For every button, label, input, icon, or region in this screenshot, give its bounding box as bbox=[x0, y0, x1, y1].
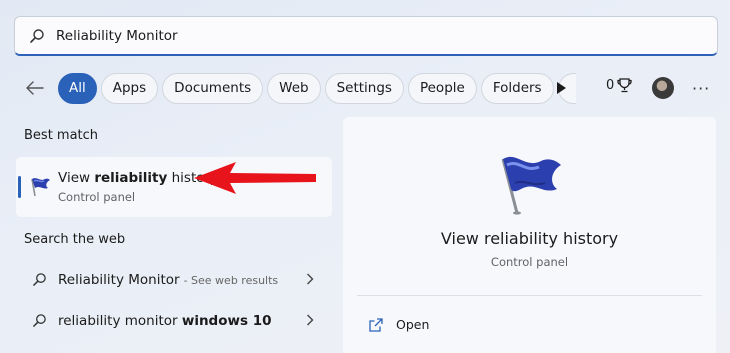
best-match-subtitle: Control panel bbox=[58, 190, 136, 204]
search-icon bbox=[29, 28, 45, 44]
more-options-icon[interactable]: ··· bbox=[692, 79, 710, 98]
preview-title: View reliability history bbox=[440, 229, 619, 248]
rewards-trophy-icon bbox=[617, 78, 632, 93]
preview-pane: View reliability history Control panel O… bbox=[343, 117, 716, 353]
search-icon bbox=[32, 272, 48, 288]
web-result-2[interactable]: reliability monitor windows 10 bbox=[16, 301, 332, 341]
filter-chip-documents[interactable]: Documents bbox=[162, 72, 264, 104]
open-external-icon bbox=[369, 317, 383, 332]
filter-bar: All Apps Documents Web Settings People F… bbox=[24, 72, 580, 104]
rewards-points-value: 0 bbox=[606, 78, 615, 93]
rewards-points[interactable]: 0 bbox=[606, 78, 632, 93]
search-box[interactable] bbox=[14, 16, 718, 56]
reliability-flag-icon bbox=[28, 175, 52, 197]
best-match-heading: Best match bbox=[24, 128, 99, 143]
filter-chip-apps[interactable]: Apps bbox=[100, 72, 159, 104]
web-result-1[interactable]: Reliability Monitor - See web results bbox=[16, 260, 332, 300]
preview-subtitle: Control panel bbox=[490, 255, 569, 269]
divider bbox=[357, 295, 702, 296]
web-result-text: reliability monitor windows 10 bbox=[58, 313, 272, 329]
filter-chip-settings[interactable]: Settings bbox=[324, 72, 404, 104]
web-result-text: Reliability Monitor bbox=[58, 272, 180, 288]
filter-chip-all[interactable]: All bbox=[58, 72, 97, 104]
open-action-label: Open bbox=[396, 317, 430, 332]
web-result-hint: - See web results bbox=[183, 273, 279, 287]
filter-chip-web[interactable]: Web bbox=[267, 72, 321, 104]
open-action[interactable]: Open bbox=[369, 317, 429, 332]
search-input[interactable] bbox=[56, 27, 656, 44]
scroll-filters-right-icon[interactable] bbox=[556, 80, 570, 96]
search-icon bbox=[32, 313, 48, 329]
back-arrow-icon[interactable] bbox=[24, 77, 46, 99]
reliability-flag-icon bbox=[501, 156, 561, 215]
chevron-right-icon[interactable] bbox=[306, 273, 314, 289]
filter-chip-people[interactable]: People bbox=[407, 72, 477, 104]
annotation-arrow bbox=[194, 162, 316, 194]
filter-chip-folders[interactable]: Folders bbox=[480, 72, 554, 104]
search-web-heading: Search the web bbox=[24, 232, 126, 247]
user-avatar[interactable] bbox=[652, 77, 674, 99]
chevron-right-icon[interactable] bbox=[306, 314, 314, 330]
selection-indicator bbox=[18, 176, 21, 198]
